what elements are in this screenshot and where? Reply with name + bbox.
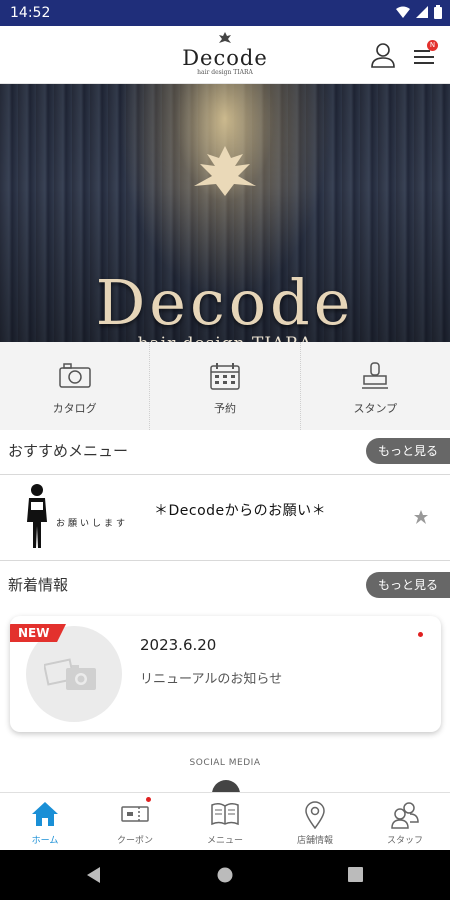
unread-dot	[418, 632, 423, 637]
tab-label-staff: スタッフ	[386, 836, 423, 846]
news-date: 2023.6.20	[140, 636, 217, 654]
status-time: 14:52	[10, 5, 51, 21]
news-item[interactable]: NEW 2023.6.20 リニューアルのお知らせ	[10, 616, 441, 732]
quick-item-reserve[interactable]: 予約	[150, 342, 301, 430]
app-header: Decode hair design TIARA N	[0, 26, 450, 84]
news-text: リニューアルのお知らせ	[140, 672, 283, 687]
logo-word: Decode	[182, 46, 268, 70]
recommended-more-button[interactable]: もっと見る	[366, 438, 450, 464]
social-media-label: SOCIAL MEDIA	[189, 758, 261, 768]
quick-item-catalog[interactable]: カタログ	[0, 342, 151, 430]
tab-label-menu: メニュー	[206, 836, 243, 846]
menu-button[interactable]: N	[410, 40, 440, 70]
home-nav-icon[interactable]	[217, 867, 233, 883]
status-icons	[396, 5, 442, 19]
hero-banner: Decode hair design TIARA	[0, 84, 450, 342]
quick-menu: カタログ 予約 スタンプ	[0, 342, 450, 430]
tab-menu[interactable]: メニュー	[180, 793, 270, 850]
logo-subtitle: hair design TIARA	[197, 69, 253, 76]
camera-icon	[58, 363, 91, 388]
tab-home[interactable]: ホーム	[0, 793, 90, 850]
image-placeholder-icon	[44, 658, 96, 690]
recommended-thumb-caption: お願いします	[56, 519, 129, 529]
back-icon[interactable]	[86, 867, 102, 883]
home-icon	[32, 802, 58, 826]
recommended-item-title: ＊Decodeからのお願い＊	[154, 503, 327, 519]
stamp-icon	[362, 362, 389, 389]
coupon-notification-dot	[146, 797, 151, 802]
divider	[0, 560, 450, 561]
new-badge-dot: N	[427, 40, 438, 51]
tab-label-store-info: 店舗情報	[296, 836, 333, 846]
coupon-icon	[121, 806, 149, 822]
new-badge: NEW	[10, 624, 66, 642]
news-more-button[interactable]: もっと見る	[366, 572, 450, 598]
battery-icon	[434, 5, 442, 19]
tab-staff[interactable]: スタッフ	[360, 793, 450, 850]
wifi-icon	[396, 6, 410, 18]
tab-label-home: ホーム	[31, 836, 59, 846]
recommended-header: おすすめメニュー もっと見る	[0, 436, 450, 468]
quick-label-reserve: 予約	[213, 402, 236, 415]
calendar-icon	[210, 363, 240, 390]
recommended-item[interactable]: お願いします ＊Decodeからのお願い＊	[0, 478, 450, 558]
hero-title: Decode	[95, 266, 355, 339]
new-badge-text: N	[429, 41, 436, 49]
status-bar: 14:52	[0, 0, 450, 26]
tab-store-info[interactable]: 店舗情報	[270, 793, 360, 850]
quick-label-stamp: スタンプ	[353, 402, 398, 415]
book-icon	[211, 802, 239, 826]
person-figure-icon	[27, 484, 47, 548]
star-icon[interactable]	[414, 510, 428, 524]
signal-icon	[416, 6, 428, 18]
app-logo: Decode hair design TIARA	[175, 32, 275, 76]
divider	[0, 474, 450, 475]
recommended-title: おすすめメニュー	[8, 442, 129, 460]
system-nav-bar	[0, 850, 450, 900]
recents-icon[interactable]	[348, 867, 363, 882]
people-icon	[391, 802, 419, 829]
crest-emblem-icon	[194, 146, 256, 196]
tab-label-coupon: クーポン	[116, 836, 153, 846]
quick-label-catalog: カタログ	[52, 402, 97, 415]
news-title: 新着情報	[8, 576, 69, 594]
crest-icon	[219, 32, 231, 43]
account-icon[interactable]	[370, 42, 396, 68]
tab-coupon[interactable]: クーポン	[90, 793, 180, 850]
map-pin-icon	[305, 801, 325, 829]
bottom-tab-bar: ホーム クーポン メニュー 店舗情報 スタッフ	[0, 792, 450, 850]
news-header: 新着情報 もっと見る	[0, 570, 450, 602]
quick-item-stamp[interactable]: スタンプ	[301, 342, 450, 430]
hero-subtitle: hair design TIARA	[0, 334, 450, 342]
